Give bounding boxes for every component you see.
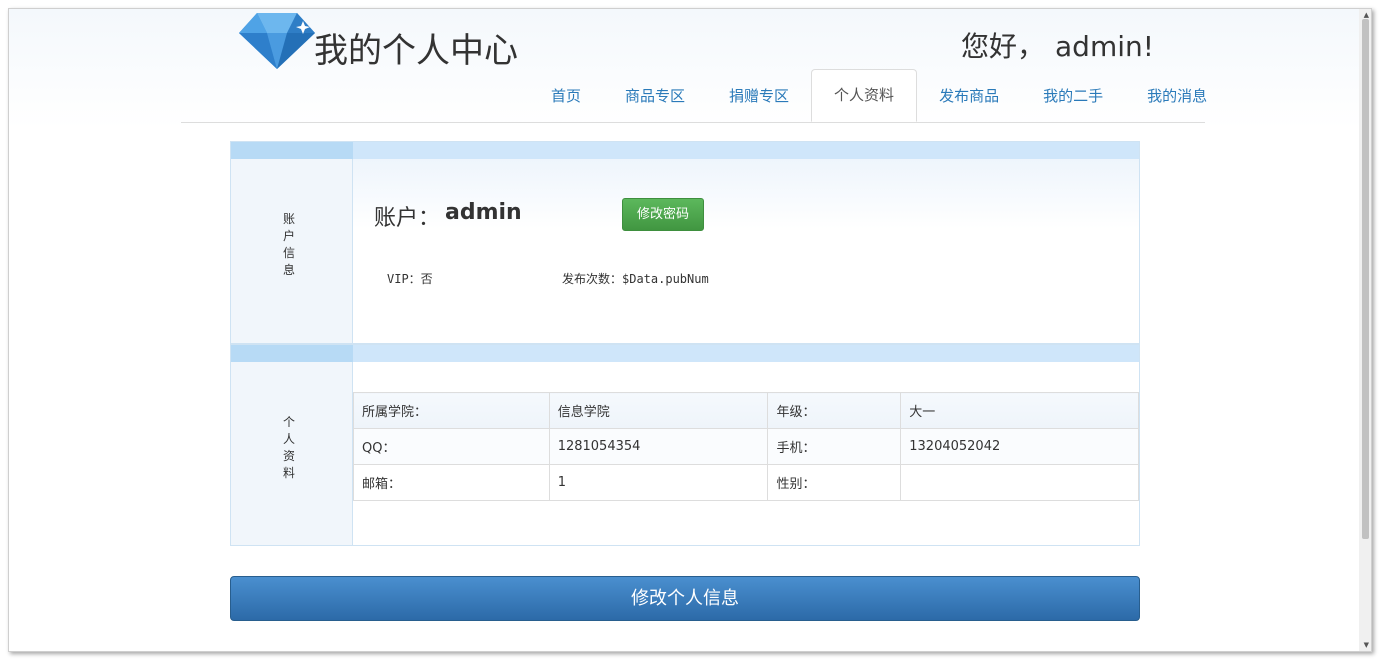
table-cell: 手机： [767, 428, 902, 465]
side-char: 信 [282, 246, 295, 260]
nav-messages[interactable]: 我的消息 [1125, 69, 1229, 121]
side-char: 人 [282, 432, 295, 446]
table-row: QQ： 1281054354 手机： 13204052042 [353, 428, 1139, 465]
account-value: admin [445, 200, 522, 225]
panel-header-strip [231, 345, 1139, 362]
table-cell: 邮箱： [353, 464, 550, 501]
nav-my-secondhand[interactable]: 我的二手 [1021, 69, 1125, 121]
diamond-logo-icon [237, 9, 317, 71]
side-char: 资 [282, 449, 295, 463]
scroll-down-icon[interactable]: ▼ [1364, 641, 1369, 649]
nav-products[interactable]: 商品专区 [603, 69, 707, 121]
edit-profile-button[interactable]: 修改个人信息 [230, 576, 1140, 621]
greeting: 您好， admin! [961, 25, 1154, 65]
table-cell: 所属学院： [353, 392, 550, 429]
vip-status: VIP：否 [387, 272, 433, 286]
profile-table: 所属学院： 信息学院 年级： 大一 QQ： 1281054354 手机： 132… [353, 392, 1139, 501]
profile-side: 个 人 资 料 [231, 362, 353, 545]
table-cell: 1281054354 [548, 428, 769, 465]
table-cell: 年级： [767, 392, 902, 429]
change-password-button[interactable]: 修改密码 [622, 198, 704, 231]
account-side-label: 账 户 信 息 [279, 211, 299, 279]
publish-count: 发布次数：$Data.pubNum [562, 272, 709, 286]
nav-home[interactable]: 首页 [529, 69, 603, 121]
account-panel: 账 户 信 息 账户： admin 修改密码 VIP：否 发布次数：$Data.… [230, 141, 1140, 344]
panel-header-strip-left [231, 142, 353, 159]
side-char: 账 [282, 212, 295, 226]
table-row: 邮箱： 1 性别： [353, 464, 1139, 501]
side-char: 料 [282, 466, 295, 480]
browser-frame: 我的个人中心 您好， admin! 首页 商品专区 捐赠专区 个人资料 发布商品 … [0, 0, 1379, 660]
page-window: 我的个人中心 您好， admin! 首页 商品专区 捐赠专区 个人资料 发布商品 … [8, 8, 1372, 652]
panel-header-strip-left [231, 345, 353, 362]
side-char: 个 [282, 415, 295, 429]
scroll-up-icon[interactable]: ▲ [1364, 11, 1369, 19]
greeting-prefix: 您好， [961, 30, 1046, 63]
panel-header-strip [231, 142, 1139, 159]
vertical-scrollbar[interactable]: ▲ ▼ [1359, 9, 1371, 651]
nav-publish[interactable]: 发布商品 [917, 69, 1021, 121]
scrollbar-thumb[interactable] [1362, 19, 1369, 539]
table-cell: 13204052042 [900, 428, 1139, 465]
table-cell: 大一 [900, 392, 1139, 429]
table-cell: 1 [548, 464, 769, 501]
greeting-username: admin! [1055, 30, 1154, 63]
profile-side-label: 个 人 资 料 [279, 414, 299, 482]
account-label: 账户： [374, 206, 441, 231]
side-char: 户 [282, 229, 295, 243]
profile-panel: 个 人 资 料 所属学院： 信息学院 年级： 大一 QQ： 1281054354… [230, 344, 1140, 546]
nav-donations[interactable]: 捐赠专区 [707, 69, 811, 121]
nav-divider [181, 122, 1205, 123]
site-title: 我的个人中心 [314, 31, 518, 71]
table-cell [900, 464, 1139, 501]
main-nav: 首页 商品专区 捐赠专区 个人资料 发布商品 我的二手 我的消息 [529, 69, 1229, 122]
table-cell: 信息学院 [548, 392, 769, 429]
side-char: 息 [282, 263, 295, 277]
table-cell: QQ： [353, 428, 550, 465]
table-cell: 性别： [767, 464, 902, 501]
nav-profile[interactable]: 个人资料 [811, 69, 918, 122]
account-side: 账 户 信 息 [231, 159, 353, 343]
table-row: 所属学院： 信息学院 年级： 大一 [353, 392, 1139, 429]
